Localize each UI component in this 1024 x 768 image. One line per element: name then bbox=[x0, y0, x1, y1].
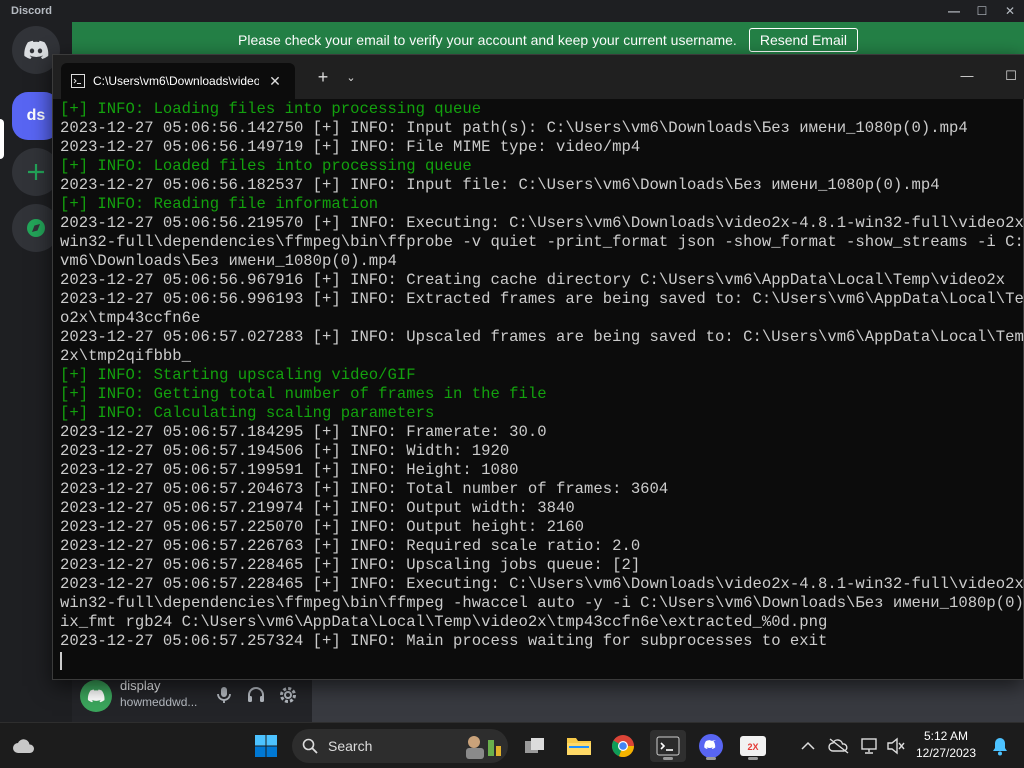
chrome-icon bbox=[611, 735, 635, 758]
taskbar-clock[interactable]: 5:12 AM 12/27/2023 bbox=[914, 728, 978, 762]
terminal-line: o2x\tmp43ccfn6e bbox=[60, 309, 201, 327]
new-tab-button[interactable]: + bbox=[311, 67, 335, 89]
terminal-line: 2023-12-27 05:06:56.142750 [+] INFO: Inp… bbox=[60, 119, 968, 137]
file-explorer-button[interactable] bbox=[563, 730, 595, 762]
text-cursor bbox=[60, 652, 62, 670]
banner-message: Please check your email to verify your a… bbox=[238, 32, 737, 48]
video2x-icon: 2X bbox=[740, 736, 766, 756]
search-placeholder: Search bbox=[328, 738, 373, 754]
discord-title-bar: Discord — ☐ ✕ bbox=[0, 0, 1024, 22]
terminal-line: [+] INFO: Reading file information bbox=[60, 195, 379, 213]
terminal-line: [+] INFO: Calculating scaling parameters bbox=[60, 404, 435, 422]
running-indicator bbox=[663, 757, 673, 760]
show-hidden-icons-button[interactable] bbox=[792, 730, 824, 762]
discord-minimize-button[interactable]: — bbox=[940, 0, 968, 22]
terminal-line: 2023-12-27 05:06:57.204673 [+] INFO: Tot… bbox=[60, 480, 669, 498]
chevron-down-icon[interactable]: ⌄ bbox=[341, 67, 361, 89]
plus-icon bbox=[28, 164, 44, 180]
discord-maximize-button[interactable]: ☐ bbox=[968, 0, 996, 22]
terminal-taskbar-button[interactable] bbox=[650, 730, 686, 762]
windows-logo-icon bbox=[255, 735, 277, 757]
terminal-tab-bar: C:\Users\vm6\Downloads\video2x-4.8.1-win… bbox=[53, 55, 1024, 99]
clock-time: 5:12 AM bbox=[923, 729, 969, 743]
notifications-button[interactable] bbox=[984, 730, 1016, 762]
network-icon bbox=[861, 738, 877, 754]
terminal-line: 2023-12-27 05:06:57.194506 [+] INFO: Wid… bbox=[60, 442, 510, 460]
terminal-line: 2023-12-27 05:06:56.149719 [+] INFO: Fil… bbox=[60, 138, 641, 156]
terminal-line: 2023-12-27 05:06:57.257324 [+] INFO: Mai… bbox=[60, 632, 828, 650]
terminal-line: 2023-12-27 05:06:56.967916 [+] INFO: Cre… bbox=[60, 271, 1006, 289]
terminal-line: 2023-12-27 05:06:57.027283 [+] INFO: Ups… bbox=[60, 328, 1024, 346]
username: display bbox=[120, 678, 161, 693]
terminal-line: 2023-12-27 05:06:56.219570 [+] INFO: Exe… bbox=[60, 214, 1024, 232]
close-tab-icon[interactable]: ✕ bbox=[267, 73, 283, 90]
terminal-line: 2023-12-27 05:06:57.226763 [+] INFO: Req… bbox=[60, 537, 641, 555]
discord-logo-icon bbox=[87, 689, 105, 703]
terminal-window: C:\Users\vm6\Downloads\video2x-4.8.1-win… bbox=[52, 54, 1024, 680]
terminal-icon bbox=[656, 736, 680, 756]
terminal-minimize-button[interactable]: — bbox=[955, 65, 979, 87]
verify-email-banner: Please check your email to verify your a… bbox=[72, 22, 1024, 58]
discord-close-button[interactable]: ✕ bbox=[996, 0, 1024, 22]
terminal-output[interactable]: [+] INFO: Loading files into processing … bbox=[60, 100, 1024, 678]
task-view-button[interactable] bbox=[519, 730, 551, 762]
cloud-off-icon bbox=[828, 738, 849, 754]
search-highlight-icon bbox=[466, 736, 501, 759]
terminal-line: [+] INFO: Loaded files into processing q… bbox=[60, 157, 472, 175]
terminal-line: win32-full\dependencies\ffmpeg\bin\ffmpe… bbox=[60, 594, 1024, 612]
video2x-taskbar-button[interactable]: 2X bbox=[737, 730, 769, 762]
terminal-line: 2023-12-27 05:06:56.182537 [+] INFO: Inp… bbox=[60, 176, 940, 194]
discord-taskbar-button[interactable] bbox=[695, 730, 727, 762]
running-indicator bbox=[748, 757, 758, 760]
running-indicator bbox=[706, 757, 716, 760]
terminal-line: 2x\tmp2qifbbb_ bbox=[60, 347, 192, 365]
terminal-prompt-line[interactable] bbox=[60, 651, 1024, 670]
microphone-icon[interactable] bbox=[214, 685, 234, 705]
task-view-icon bbox=[525, 738, 544, 753]
terminal-tab[interactable]: C:\Users\vm6\Downloads\video2x-4.8.1-win… bbox=[61, 63, 295, 99]
terminal-line: 2023-12-27 05:06:57.228465 [+] INFO: Ups… bbox=[60, 556, 641, 574]
start-button[interactable] bbox=[250, 730, 282, 762]
terminal-line: 2023-12-27 05:06:57.225070 [+] INFO: Out… bbox=[60, 518, 585, 536]
weather-widget[interactable] bbox=[8, 730, 40, 762]
user-status: howmeddwd... bbox=[120, 695, 198, 709]
volume-button[interactable] bbox=[880, 730, 912, 762]
terminal-tab-title: C:\Users\vm6\Downloads\video2x-4.8.1-win… bbox=[93, 74, 259, 88]
terminal-line: vm6\Downloads\Без имени_1080p(0).mp4 bbox=[60, 252, 397, 270]
clock-date: 12/27/2023 bbox=[915, 746, 977, 760]
resend-email-button[interactable]: Resend Email bbox=[748, 28, 858, 52]
svg-text:2X: 2X bbox=[747, 742, 758, 752]
taskbar: Search 2X 5:12 AM 12/27/2023 bbox=[0, 722, 1024, 768]
settings-gear-icon[interactable] bbox=[278, 685, 298, 705]
search-icon bbox=[302, 738, 318, 754]
volume-muted-icon bbox=[887, 737, 905, 755]
discord-app-title: Discord bbox=[11, 5, 52, 17]
terminal-line: 2023-12-27 05:06:57.219974 [+] INFO: Out… bbox=[60, 499, 575, 517]
taskbar-search[interactable]: Search bbox=[292, 729, 508, 763]
discord-logo-icon bbox=[699, 734, 723, 758]
terminal-line: [+] INFO: Starting upscaling video/GIF bbox=[60, 366, 416, 384]
cmd-icon bbox=[71, 74, 85, 88]
terminal-line: 2023-12-27 05:06:57.184295 [+] INFO: Fra… bbox=[60, 423, 547, 441]
terminal-line: ix_fmt rgb24 C:\Users\vm6\AppData\Local\… bbox=[60, 613, 828, 631]
terminal-line: win32-full\dependencies\ffmpeg\bin\ffpro… bbox=[60, 233, 1024, 251]
terminal-line: [+] INFO: Getting total number of frames… bbox=[60, 385, 547, 403]
terminal-maximize-button[interactable]: ☐ bbox=[999, 65, 1023, 87]
cloud-icon bbox=[13, 739, 35, 753]
compass-icon bbox=[27, 219, 45, 237]
terminal-line: 2023-12-27 05:06:56.996193 [+] INFO: Ext… bbox=[60, 290, 1024, 308]
avatar[interactable] bbox=[80, 680, 112, 712]
terminal-line: 2023-12-27 05:06:57.228465 [+] INFO: Exe… bbox=[60, 575, 1024, 593]
chevron-up-icon bbox=[801, 741, 815, 750]
active-server-pill bbox=[0, 119, 4, 159]
terminal-line: [+] INFO: Loading files into processing … bbox=[60, 100, 482, 118]
bell-icon bbox=[993, 738, 1007, 756]
onedrive-button[interactable] bbox=[823, 730, 855, 762]
headphones-icon[interactable] bbox=[246, 685, 266, 705]
chrome-button[interactable] bbox=[607, 730, 639, 762]
terminal-line: 2023-12-27 05:06:57.199591 [+] INFO: Hei… bbox=[60, 461, 519, 479]
discord-logo-icon bbox=[24, 40, 49, 59]
folder-icon bbox=[567, 738, 591, 755]
